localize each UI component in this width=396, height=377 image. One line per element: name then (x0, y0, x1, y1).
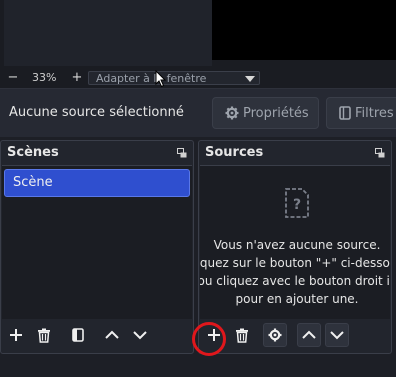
move-scene-up-button[interactable] (101, 324, 123, 346)
properties-label: Propriétés (243, 105, 309, 121)
trash-icon (236, 328, 248, 343)
add-scene-button[interactable] (5, 324, 27, 346)
empty-sources-message: Vous n'avez aucune source. iquez sur le … (200, 236, 390, 308)
filter-icon (72, 328, 84, 342)
scenes-toolbar (1, 319, 193, 353)
empty-message-line: Vous n'avez aucune source. (213, 238, 381, 252)
scenes-title: Scènes (7, 145, 59, 160)
zoom-percent: 33% (32, 71, 57, 84)
scene-filters-button[interactable] (67, 324, 89, 346)
chevron-down-icon (330, 331, 344, 340)
move-source-down-button[interactable] (325, 323, 349, 347)
empty-message-line: iquez sur le bouton "+" ci-dessou (200, 256, 390, 270)
undock-icon[interactable] (375, 148, 385, 158)
zoom-bar: − 33% + Adapter à la fenêtre (0, 68, 396, 88)
sources-list: ? Vous n'avez aucune source. iquez sur l… (200, 165, 390, 319)
properties-button[interactable]: Propriétés (212, 97, 319, 129)
gear-icon (268, 328, 282, 342)
plus-icon (10, 329, 22, 341)
sources-toolbar (199, 319, 391, 353)
empty-message-line: pour en ajouter une. (235, 292, 359, 306)
no-source-label: Aucune source sélectionné (9, 105, 184, 120)
preview-canvas[interactable] (4, 0, 212, 66)
remove-source-button[interactable] (231, 324, 253, 346)
scenes-list: Scène (2, 165, 192, 319)
zoom-in-button[interactable]: + (68, 68, 86, 88)
chevron-down-icon (133, 331, 147, 340)
chevron-down-icon (245, 76, 255, 82)
move-source-up-button[interactable] (297, 323, 321, 347)
zoom-mode-value: Adapter à la fenêtre (96, 72, 207, 85)
preview-black-region (212, 0, 396, 60)
move-scene-down-button[interactable] (129, 324, 151, 346)
filters-label: Filtres (355, 105, 394, 121)
source-controls-bar: Aucune source sélectionné Propriétés Fil… (0, 88, 396, 137)
svg-text:?: ? (293, 197, 301, 213)
mouse-cursor-icon (155, 70, 167, 88)
remove-scene-button[interactable] (33, 324, 55, 346)
chevron-up-icon (302, 330, 316, 339)
gear-icon (225, 106, 239, 120)
undock-icon[interactable] (177, 148, 187, 158)
chevron-up-icon (105, 330, 119, 339)
sources-dock: Sources ? Vous n'avez aucune source. iqu… (198, 140, 392, 354)
filters-button[interactable]: Filtres (326, 97, 396, 129)
filter-icon (339, 106, 351, 120)
bottom-strip (0, 356, 396, 377)
scenes-dock: Scènes Scène (0, 140, 194, 354)
trash-icon (38, 328, 50, 343)
empty-message-line: ou cliquez avec le bouton droit ic (200, 274, 390, 288)
zoom-mode-select[interactable]: Adapter à la fenêtre (88, 71, 260, 85)
unknown-file-icon: ? (285, 188, 309, 218)
scene-list-item[interactable]: Scène (4, 169, 190, 197)
preview-area (0, 0, 396, 68)
zoom-out-button[interactable]: − (4, 68, 22, 88)
highlight-circle (192, 322, 226, 356)
sources-title: Sources (205, 145, 264, 160)
source-properties-button[interactable] (263, 323, 287, 347)
